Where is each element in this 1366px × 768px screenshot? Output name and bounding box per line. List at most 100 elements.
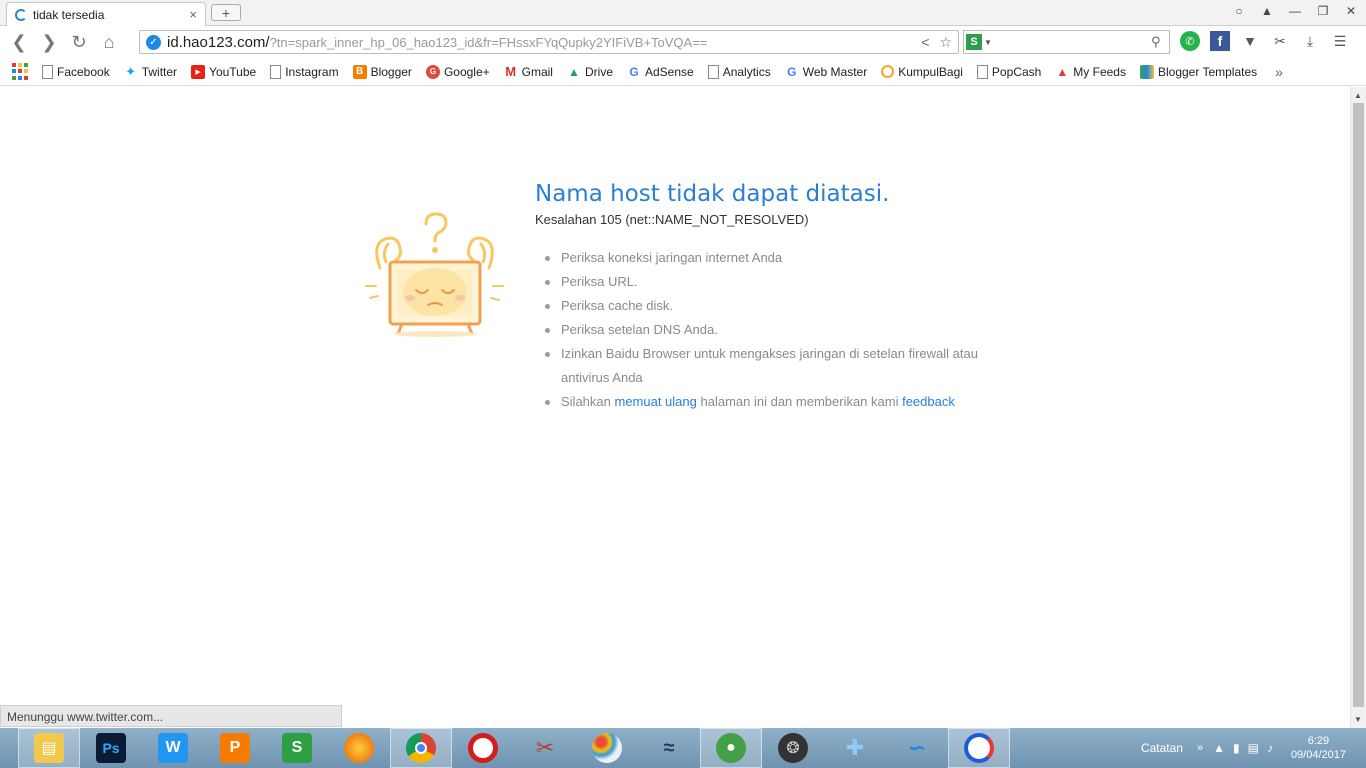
bookmark-analytics[interactable]: Analytics xyxy=(707,64,771,79)
taskbar-dolphin[interactable]: ∽ xyxy=(886,728,948,768)
search-input[interactable] xyxy=(995,32,1151,52)
clock[interactable]: 6:29 09/04/2017 xyxy=(1291,734,1346,762)
reload-icon[interactable]: ↻ xyxy=(64,30,94,56)
clock-time: 6:29 xyxy=(1307,735,1330,747)
scroll-down-icon[interactable]: ▼ xyxy=(1354,715,1362,724)
film-reel-icon: ❂ xyxy=(778,733,808,763)
taskbar-wps-spreadsheets[interactable]: S xyxy=(266,728,328,768)
list-item: Periksa koneksi jaringan internet Anda xyxy=(545,246,985,270)
taskbar-firefox[interactable] xyxy=(328,728,390,768)
twitter-icon: ✦ xyxy=(125,63,137,79)
search-box[interactable]: S ▼ ⚲ xyxy=(963,30,1170,54)
taskbar-media-player[interactable]: ❂ xyxy=(762,728,824,768)
firefox-icon xyxy=(344,733,374,763)
secure-check-icon: ✓ xyxy=(146,34,161,50)
facebook-icon[interactable]: f xyxy=(1210,31,1230,51)
address-bar[interactable]: ✓ id.hao123.com/ ?tn=spark_inner_hp_06_h… xyxy=(139,30,959,54)
close-window-icon[interactable]: ✕ xyxy=(1340,2,1362,20)
search-engine-icon[interactable]: S xyxy=(966,34,982,50)
search-icon[interactable]: ⚲ xyxy=(1151,34,1169,50)
wifi-app-icon: ≈ xyxy=(663,736,675,759)
star-icon[interactable]: ☆ xyxy=(939,34,952,51)
bookmark-instagram[interactable]: Instagram xyxy=(270,64,339,79)
wps-spreadsheets-icon: S xyxy=(282,733,312,763)
scroll-up-icon[interactable]: ▲ xyxy=(1354,91,1362,100)
restore-icon[interactable]: ❐ xyxy=(1312,2,1334,20)
chat-icon[interactable]: ○ xyxy=(1228,2,1250,20)
back-icon[interactable]: ❮ xyxy=(4,30,34,56)
list-item: Izinkan Baidu Browser untuk mengakses ja… xyxy=(545,342,985,390)
gmail-icon: M xyxy=(505,64,517,79)
opera-icon xyxy=(468,733,498,763)
bookmark-adsense[interactable]: G AdSense xyxy=(627,65,693,79)
page-icon xyxy=(976,64,988,79)
power-icon[interactable]: ▮ xyxy=(1233,741,1240,755)
taskbar-baidu-browser[interactable] xyxy=(948,728,1010,768)
share-icon[interactable]: < xyxy=(921,34,929,51)
bookmark-kumpulbagi[interactable]: KumpulBagi xyxy=(881,65,963,79)
taskbar-network-app[interactable]: ≈ xyxy=(638,728,700,768)
tab-active[interactable]: tidak tersedia × xyxy=(6,2,206,26)
taskbar-paint[interactable] xyxy=(576,728,638,768)
show-hidden-icons-icon[interactable]: ▲ xyxy=(1213,741,1225,755)
bookmark-blogger-templates[interactable]: Blogger Templates xyxy=(1139,64,1257,79)
list-item: Periksa cache disk. xyxy=(545,294,985,318)
scissors-app-icon: ✂ xyxy=(535,735,555,760)
youtube-icon: ▶ xyxy=(191,64,206,79)
bookmark-popcash[interactable]: PopCash xyxy=(976,64,1041,79)
home-icon[interactable]: ⌂ xyxy=(94,30,124,56)
tab-close-icon[interactable]: × xyxy=(189,7,197,22)
skin-icon[interactable]: ▲ xyxy=(1256,2,1278,20)
list-item: Periksa setelan DNS Anda. xyxy=(545,318,985,342)
whatsapp-icon[interactable]: ✆ xyxy=(1180,31,1200,51)
apps-grid-icon[interactable] xyxy=(12,62,30,81)
download-helper-icon[interactable]: ▼ xyxy=(1240,31,1260,51)
folder-icon: ▤ xyxy=(34,733,64,763)
error-code: Kesalahan 105 (net::NAME_NOT_RESOLVED) xyxy=(535,212,809,227)
taskbar-game-controller[interactable]: ✚ xyxy=(824,728,886,768)
window-controls: ○ ▲ — ❐ ✕ xyxy=(1228,2,1362,20)
bookmark-webmaster[interactable]: G Web Master xyxy=(785,65,867,79)
double-chevron-icon[interactable]: » xyxy=(1197,742,1203,754)
scrollbar-thumb[interactable] xyxy=(1353,103,1364,707)
taskbar-snipping-tool[interactable]: ✂ xyxy=(514,728,576,768)
templates-icon xyxy=(1139,64,1154,79)
bookmark-myfeeds[interactable]: ▲ My Feeds xyxy=(1055,65,1126,79)
taskbar-photoshop[interactable]: Ps xyxy=(80,728,142,768)
taskbar-wps-writer[interactable]: W xyxy=(142,728,204,768)
bookmark-youtube[interactable]: ▶ YouTube xyxy=(191,64,256,79)
minimize-icon[interactable]: — xyxy=(1284,2,1306,20)
taskbar-camtasia[interactable]: ● xyxy=(700,728,762,768)
bookmark-drive[interactable]: ▲ Drive xyxy=(567,65,613,79)
taskbar-chrome[interactable] xyxy=(390,728,452,768)
new-tab-button[interactable]: + xyxy=(211,4,241,21)
scissors-icon[interactable]: ✂ xyxy=(1270,31,1290,51)
taskbar-wps-presentation[interactable]: P xyxy=(204,728,266,768)
reload-link[interactable]: memuat ulang xyxy=(614,394,696,409)
bookmark-facebook[interactable]: Facebook xyxy=(42,64,110,79)
tray-label[interactable]: Catatan xyxy=(1141,741,1183,755)
chevron-down-icon[interactable]: ▼ xyxy=(984,38,992,47)
download-icon[interactable]: ⤓ xyxy=(1300,31,1320,51)
vertical-scrollbar[interactable]: ▲ ▼ xyxy=(1350,87,1366,728)
baidu-browser-icon xyxy=(964,733,994,763)
url-host: id.hao123.com/ xyxy=(167,33,270,51)
bookmark-gmail[interactable]: M Gmail xyxy=(504,64,553,79)
forward-icon[interactable]: ❯ xyxy=(34,30,64,56)
bookmark-googleplus[interactable]: G Google+ xyxy=(425,64,490,79)
bookmark-twitter[interactable]: ✦ Twitter xyxy=(124,63,177,79)
drive-icon: ▲ xyxy=(568,64,580,79)
volume-icon[interactable]: ♪ xyxy=(1267,741,1273,755)
list-item: Periksa URL. xyxy=(545,270,985,294)
feedback-link[interactable]: feedback xyxy=(902,394,955,409)
wps-writer-icon: W xyxy=(158,733,188,763)
network-icon[interactable]: ▤ xyxy=(1248,741,1259,755)
bookmark-blogger[interactable]: B Blogger xyxy=(352,64,412,79)
menu-icon[interactable]: ☰ xyxy=(1330,31,1350,51)
taskbar-opera[interactable] xyxy=(452,728,514,768)
sad-computer-illustration-icon xyxy=(365,212,504,337)
more-bookmarks-icon[interactable]: » xyxy=(1275,64,1283,80)
gamepad-icon: ✚ xyxy=(845,735,865,760)
taskbar-file-explorer[interactable]: ▤ xyxy=(18,728,80,768)
url-path: ?tn=spark_inner_hp_06_hao123_id&fr=FHssx… xyxy=(269,34,708,50)
